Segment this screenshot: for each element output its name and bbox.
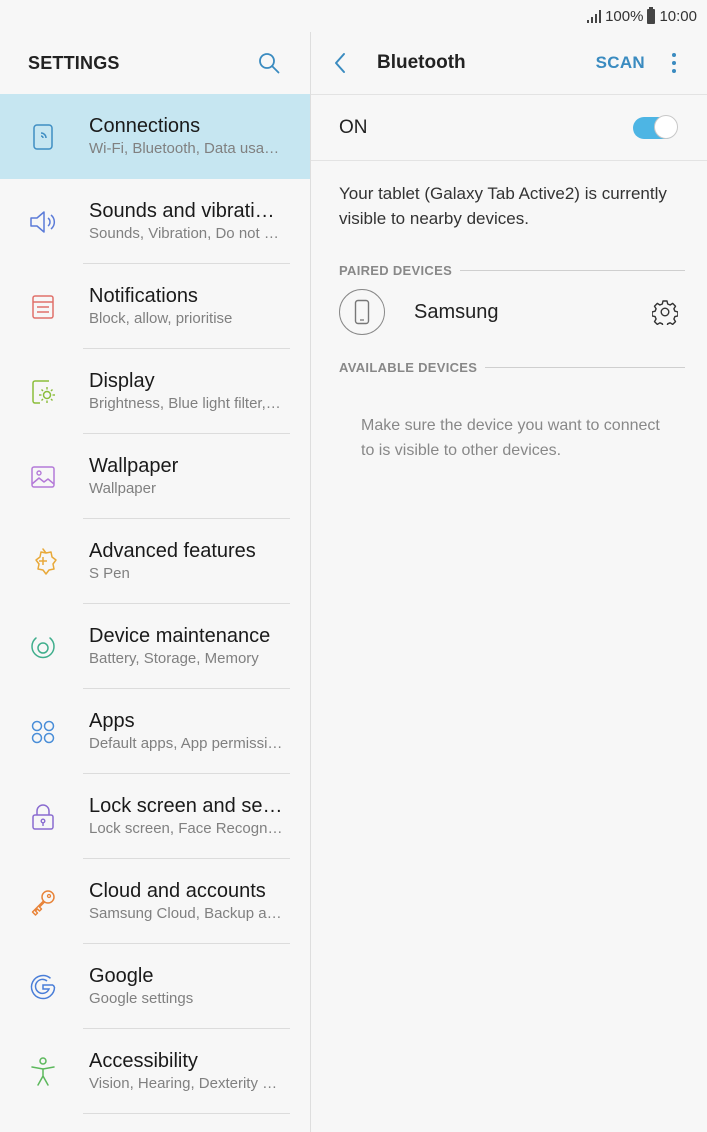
search-icon bbox=[259, 53, 280, 74]
advanced-features-icon bbox=[0, 547, 89, 577]
signal-icon bbox=[587, 9, 602, 23]
divider bbox=[460, 270, 685, 271]
toggle-knob bbox=[654, 114, 678, 139]
settings-pane: SETTINGS Connections Wi-Fi, Bluetooth, D… bbox=[0, 32, 310, 1132]
menu-item-label: Notifications bbox=[89, 285, 198, 307]
menu-item-subtitle: Wi-Fi, Bluetooth, Data usag… bbox=[89, 140, 284, 157]
divider bbox=[485, 367, 685, 368]
available-devices-header: AVAILABLE DEVICES bbox=[311, 360, 707, 375]
menu-item-subtitle: S Pen bbox=[89, 565, 130, 582]
device-maintenance-icon bbox=[0, 632, 89, 662]
menu-item-google[interactable]: Google Google settings bbox=[0, 944, 310, 1029]
more-dot bbox=[672, 61, 676, 65]
paired-device-row[interactable]: Samsung bbox=[311, 282, 707, 342]
google-icon bbox=[0, 972, 89, 1002]
bluetooth-toggle[interactable] bbox=[633, 114, 678, 139]
menu-item-subtitle: Lock screen, Face Recognit… bbox=[89, 820, 284, 837]
chevron-left-icon bbox=[335, 53, 345, 73]
more-dot bbox=[672, 69, 676, 73]
menu-item-lock-screen[interactable]: Lock screen and se… Lock screen, Face Re… bbox=[0, 774, 310, 859]
menu-item-label: Accessibility bbox=[89, 1050, 198, 1072]
apps-icon bbox=[0, 718, 89, 746]
menu-item-subtitle: Google settings bbox=[89, 990, 194, 1007]
lock-icon bbox=[0, 802, 89, 832]
menu-item-wallpaper[interactable]: Wallpaper Wallpaper bbox=[0, 434, 310, 519]
menu-item-device-maintenance[interactable]: Device maintenance Battery, Storage, Mem… bbox=[0, 604, 310, 689]
menu-item-subtitle: Battery, Storage, Memory bbox=[89, 650, 259, 667]
settings-title: SETTINGS bbox=[28, 52, 120, 73]
menu-item-connections[interactable]: Connections Wi-Fi, Bluetooth, Data usag… bbox=[0, 94, 310, 179]
battery-icon bbox=[647, 6, 656, 24]
menu-item-display[interactable]: Display Brightness, Blue light filter,… bbox=[0, 349, 310, 434]
display-icon bbox=[0, 377, 89, 407]
menu-item-label: Advanced features bbox=[89, 540, 256, 562]
scan-button[interactable]: SCAN bbox=[596, 53, 645, 73]
menu-item-subtitle: Default apps, App permissi… bbox=[89, 735, 283, 752]
device-settings-button[interactable] bbox=[651, 298, 679, 326]
toggle-label: ON bbox=[339, 116, 368, 138]
menu-item-subtitle: Block, allow, prioritise bbox=[89, 310, 233, 327]
divider bbox=[83, 1113, 290, 1114]
notifications-icon bbox=[0, 293, 89, 321]
menu-item-label: Sounds and vibrati… bbox=[89, 200, 275, 222]
screen: 100% 10:00 SETTINGS Connections Wi-Fi, B… bbox=[0, 0, 707, 1132]
menu-item-sounds[interactable]: Sounds and vibrati… Sounds, Vibration, D… bbox=[0, 179, 310, 264]
menu-item-subtitle: Sounds, Vibration, Do not di… bbox=[89, 225, 284, 242]
settings-menu: Connections Wi-Fi, Bluetooth, Data usag…… bbox=[0, 94, 310, 1114]
visibility-message: Your tablet (Galaxy Tab Active2) is curr… bbox=[339, 184, 667, 228]
menu-item-label: Apps bbox=[89, 710, 135, 732]
menu-item-accessibility[interactable]: Accessibility Vision, Hearing, Dexterity… bbox=[0, 1029, 310, 1114]
speaker-icon bbox=[0, 209, 89, 235]
page-title: Bluetooth bbox=[377, 52, 466, 73]
menu-item-label: Display bbox=[89, 370, 155, 392]
phone-icon bbox=[339, 289, 385, 335]
wallpaper-icon bbox=[0, 463, 89, 491]
device-name: Samsung bbox=[414, 300, 499, 323]
more-options-button[interactable] bbox=[669, 53, 679, 73]
available-devices-note: Make sure the device you want to connect… bbox=[361, 417, 660, 459]
bluetooth-pane: Bluetooth SCAN ON Your tablet (Galaxy Ta… bbox=[311, 32, 707, 1132]
search-button[interactable] bbox=[256, 50, 282, 76]
menu-item-subtitle: Samsung Cloud, Backup an… bbox=[89, 905, 284, 922]
menu-item-label: Lock screen and se… bbox=[89, 795, 283, 817]
menu-item-subtitle: Brightness, Blue light filter,… bbox=[89, 395, 281, 412]
back-button[interactable] bbox=[333, 50, 355, 76]
menu-item-advanced-features[interactable]: Advanced features S Pen bbox=[0, 519, 310, 604]
paired-devices-header: PAIRED DEVICES bbox=[311, 263, 707, 278]
menu-item-label: Cloud and accounts bbox=[89, 880, 266, 902]
bluetooth-toggle-row[interactable]: ON bbox=[311, 94, 707, 161]
gear-icon bbox=[652, 300, 678, 325]
bluetooth-header: Bluetooth SCAN bbox=[311, 32, 707, 94]
menu-item-label: Wallpaper bbox=[89, 455, 179, 477]
more-dot bbox=[672, 53, 676, 57]
menu-item-subtitle: Vision, Hearing, Dexterity a… bbox=[89, 1075, 284, 1092]
section-label: AVAILABLE DEVICES bbox=[339, 360, 478, 375]
accessibility-icon bbox=[0, 1056, 89, 1088]
settings-header: SETTINGS bbox=[0, 32, 310, 94]
key-icon bbox=[0, 887, 89, 917]
menu-item-subtitle: Wallpaper bbox=[89, 480, 156, 497]
clock: 10:00 bbox=[659, 7, 697, 25]
battery-percent: 100% bbox=[605, 7, 644, 25]
menu-item-apps[interactable]: Apps Default apps, App permissi… bbox=[0, 689, 310, 774]
section-label: PAIRED DEVICES bbox=[339, 263, 453, 278]
menu-item-notifications[interactable]: Notifications Block, allow, prioritise bbox=[0, 264, 310, 349]
menu-item-label: Device maintenance bbox=[89, 625, 271, 647]
connections-icon bbox=[0, 122, 89, 152]
menu-item-cloud-accounts[interactable]: Cloud and accounts Samsung Cloud, Backup… bbox=[0, 859, 310, 944]
menu-item-label: Google bbox=[89, 965, 154, 987]
menu-item-label: Connections bbox=[89, 115, 201, 137]
status-bar: 100% 10:00 bbox=[0, 0, 707, 32]
